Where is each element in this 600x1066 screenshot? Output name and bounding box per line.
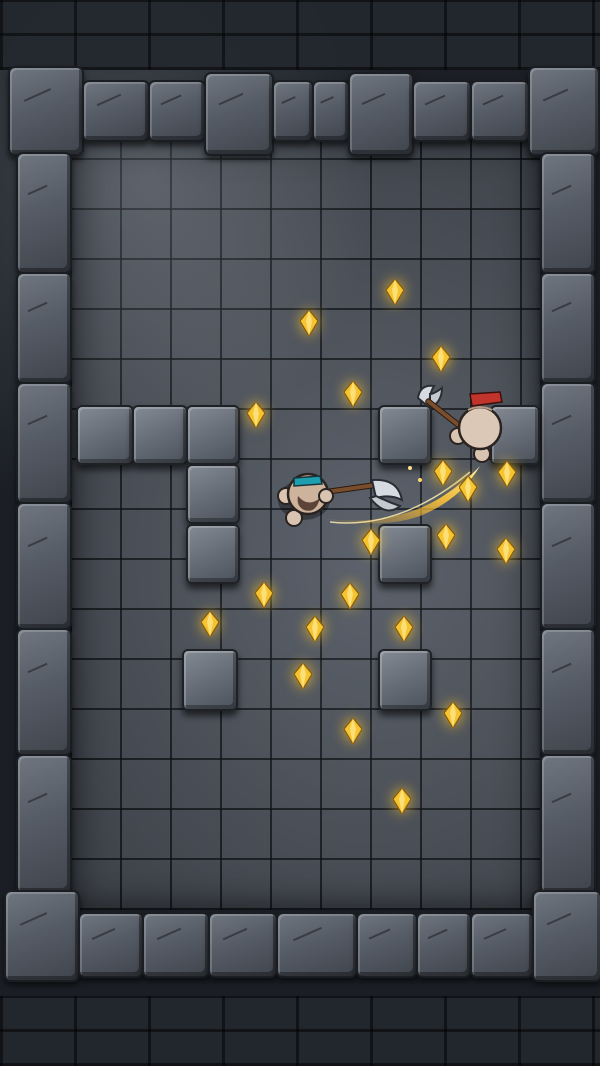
wall-block [16, 272, 72, 384]
gold-gem-icon [341, 583, 359, 609]
gold-gem-icon [344, 718, 362, 744]
gold-gem-icon [437, 524, 455, 550]
wall-block [470, 80, 530, 142]
gold-gem-icon [434, 460, 452, 486]
wall-block [416, 912, 472, 978]
wall-block [528, 66, 600, 156]
gold-gem-icon [300, 310, 318, 336]
wall-block [312, 80, 350, 142]
gold-gem-icon [306, 616, 324, 642]
gold-gem-icon [344, 381, 362, 407]
outer-brick-wall-bottom [0, 996, 600, 1066]
wall-block [142, 912, 210, 978]
gold-gem-icon [247, 402, 265, 428]
gold-gem-icon [294, 663, 312, 689]
wall-block [16, 502, 72, 630]
wall-block [540, 502, 596, 630]
wall-block [208, 912, 278, 978]
wall-block [470, 912, 534, 978]
gold-gem-icon [459, 476, 477, 502]
stone-obstacle [76, 405, 134, 465]
stone-obstacle [186, 524, 240, 584]
gold-gem-icon [395, 616, 413, 642]
wall-block [532, 890, 600, 982]
stone-obstacle [186, 405, 240, 465]
player-character-icon [277, 472, 404, 527]
wall-block [540, 382, 596, 504]
wall-block [412, 80, 472, 142]
wall-block [204, 72, 274, 156]
wall-block [148, 80, 206, 142]
gold-gem-icon [255, 582, 273, 608]
outer-brick-wall-top [0, 0, 600, 70]
wall-block [348, 72, 414, 156]
gold-gem-icon [393, 788, 411, 814]
wall-block [16, 382, 72, 504]
wall-block [540, 272, 596, 384]
wall-block [8, 66, 84, 156]
enemy-character-icon [416, 384, 503, 463]
gold-gem-icon [201, 611, 219, 637]
gold-gem-icon [444, 702, 462, 728]
stone-obstacle [186, 464, 240, 524]
gold-gem-icon [386, 279, 404, 305]
wall-block [4, 890, 80, 982]
wall-block [16, 754, 72, 894]
wall-block [540, 628, 596, 756]
stone-obstacle [378, 649, 432, 711]
wall-block [78, 912, 144, 978]
wall-block [540, 754, 596, 894]
wall-block [276, 912, 358, 978]
wall-block [540, 152, 596, 274]
gold-gem-icon [497, 538, 515, 564]
wall-block [272, 80, 314, 142]
wall-block [82, 80, 150, 142]
stone-obstacle [182, 649, 238, 711]
wall-block [16, 152, 72, 274]
wall-block [356, 912, 418, 978]
game-scene [0, 0, 600, 1066]
gold-gem-icon [362, 529, 380, 555]
wall-block [16, 628, 72, 756]
stone-obstacle [132, 405, 188, 465]
gold-gem-icon [498, 461, 516, 487]
gold-gem-icon [432, 346, 450, 372]
